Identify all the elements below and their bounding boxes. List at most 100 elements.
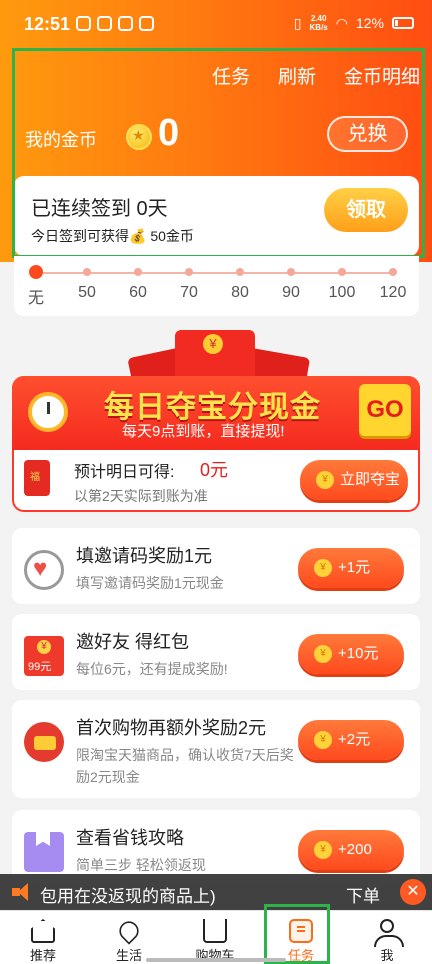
wallet-icon	[24, 722, 64, 762]
progress-dot	[236, 268, 244, 276]
app-icon	[118, 16, 133, 31]
status-right: ▯ 2.40 KB/s ◠ 12%	[294, 14, 414, 32]
tab-recommend[interactable]: 推荐	[0, 911, 86, 964]
tab-cart[interactable]: 购物车	[172, 911, 258, 964]
task-reward-label: +200	[338, 841, 372, 858]
progress-label: 80	[231, 284, 249, 301]
task-title: 首次购物再额外奖励2元	[76, 718, 267, 738]
progress-dot	[134, 268, 142, 276]
progress-label: 90	[282, 284, 300, 301]
my-coins-label: 我的金币	[25, 130, 97, 150]
red-envelope-icon	[24, 636, 64, 676]
tasks-link[interactable]: 任务	[212, 62, 250, 89]
task-reward-label: +2元	[338, 731, 371, 748]
heart-icon	[24, 550, 64, 590]
coin-icon: ¥	[314, 841, 332, 859]
status-time: 12:51	[24, 14, 71, 34]
location-pin-icon	[115, 917, 143, 945]
speaker-icon	[12, 882, 32, 902]
task-subtitle: 填写邀请码奖励1元现金	[76, 575, 224, 591]
task-title: 邀好友 得红包	[76, 632, 190, 652]
coin-count: 0	[158, 112, 180, 154]
task-subtitle: 每位6元，还有提成奖励!	[76, 661, 228, 677]
task-card-invite-code: 填邀请码奖励1元 填写邀请码奖励1元现金 ¥ +1元	[12, 528, 420, 604]
notice-marquee[interactable]: 包用在没返现的商品上) 下单 ✕	[0, 874, 432, 910]
task-reward-button[interactable]: ¥ +200	[298, 830, 404, 870]
progress-label: 70	[180, 284, 198, 301]
user-icon	[374, 919, 404, 947]
marquee-text: 包用在没返现的商品上)	[40, 887, 216, 906]
progress-dot	[185, 268, 193, 276]
progress-label: 120	[379, 284, 407, 301]
signin-title: 已连续签到 0天	[31, 198, 168, 220]
wifi-icon: ◠	[335, 14, 348, 31]
estimate-note: 以第2天实际到账为准	[74, 488, 208, 504]
treasure-banner[interactable]: 每日夺宝分现金 每天9点到账，直接提现! GO 预计明日可得: 0元 以第2天实…	[12, 376, 420, 512]
coin-details-link[interactable]: 金币明细	[344, 62, 420, 89]
battery-icon	[392, 17, 414, 29]
close-icon[interactable]: ✕	[400, 879, 426, 905]
task-icon	[289, 919, 313, 943]
network-speed-value: 2.40	[310, 14, 327, 23]
task-title: 查看省钱攻略	[76, 828, 184, 848]
header-links: 任务 刷新 金币明细	[212, 62, 420, 89]
progress-dot	[287, 268, 295, 276]
progress-dot-current	[29, 265, 43, 279]
progress-dot	[389, 268, 397, 276]
red-envelope-icon	[24, 460, 50, 496]
cart-icon	[203, 919, 227, 943]
tab-label: 推荐	[29, 948, 56, 963]
signin-subtitle: 今日签到可获得💰 50金币	[31, 228, 194, 244]
go-button[interactable]: GO	[359, 384, 411, 436]
treasure-estimate-row: 预计明日可得: 0元 以第2天实际到账为准 ¥ 立即夺宝	[14, 450, 418, 510]
refresh-link[interactable]: 刷新	[278, 62, 316, 89]
progress-label: 60	[129, 284, 147, 301]
notification-icon	[76, 16, 91, 31]
estimate-label: 预计明日可得:	[74, 464, 175, 481]
book-icon	[24, 832, 64, 872]
home-icon	[31, 919, 55, 943]
progress-label: 无	[27, 290, 44, 307]
coin-icon	[126, 124, 152, 150]
bottom-tab-bar: 推荐 生活 购物车 任务 我	[0, 910, 432, 964]
task-subtitle: 限淘宝天猫商品，确认收货7天后奖励2元现金	[76, 747, 294, 785]
task-subtitle: 简单三步 轻松领返现	[76, 857, 206, 873]
task-reward-button[interactable]: ¥ +10元	[298, 634, 404, 674]
status-bar: 12:51 ▯ 2.40 KB/s ◠ 12%	[0, 0, 432, 48]
message-icon	[139, 16, 154, 31]
network-speed-unit: KB/s	[309, 23, 328, 32]
progress-label: 100	[328, 284, 356, 301]
task-card-first-purchase: 首次购物再额外奖励2元 限淘宝天猫商品，确认收货7天后奖励2元现金 ¥ +2元	[12, 700, 420, 798]
tab-me[interactable]: 我	[344, 911, 430, 964]
treasure-banner-header: 每日夺宝分现金 每天9点到账，直接提现! GO	[12, 376, 420, 450]
coin-icon: ¥	[316, 471, 334, 489]
exchange-button[interactable]: 兑换	[327, 116, 408, 152]
coin-icon: ¥	[314, 645, 332, 663]
status-notification-icons	[76, 16, 154, 31]
tiktok-icon	[97, 16, 112, 31]
task-reward-label: +10元	[338, 645, 379, 662]
signin-progress: 无 50 60 70 80 90 100 120	[14, 256, 419, 316]
tab-life[interactable]: 生活	[86, 911, 172, 964]
tab-label: 我	[380, 948, 394, 963]
claim-button[interactable]: 领取	[324, 188, 408, 232]
task-title: 填邀请码奖励1元	[76, 546, 213, 566]
signin-card: 已连续签到 0天 今日签到可获得💰 50金币 领取	[14, 176, 419, 256]
coin-icon: ¥	[314, 559, 332, 577]
battery-percent: 12%	[355, 15, 384, 31]
red-envelope-mascot-icon	[175, 330, 255, 382]
marquee-text-right: 下单	[346, 887, 380, 906]
tab-tasks[interactable]: 任务	[258, 911, 344, 964]
home-indicator[interactable]	[146, 958, 286, 962]
join-treasure-label: 立即夺宝	[340, 471, 401, 488]
task-card-invite-friends: 邀好友 得红包 每位6元，还有提成奖励! ¥ +10元	[12, 614, 420, 690]
treasure-subtitle: 每天9点到账，直接提现!	[122, 423, 285, 440]
task-reward-button[interactable]: ¥ +2元	[298, 720, 404, 760]
task-reward-label: +1元	[338, 559, 371, 576]
progress-dot	[338, 268, 346, 276]
progress-dot	[83, 268, 91, 276]
task-reward-button[interactable]: ¥ +1元	[298, 548, 404, 588]
alarm-clock-icon	[28, 392, 68, 432]
network-speed: 2.40 KB/s	[310, 14, 328, 32]
join-treasure-button[interactable]: ¥ 立即夺宝	[300, 460, 408, 500]
